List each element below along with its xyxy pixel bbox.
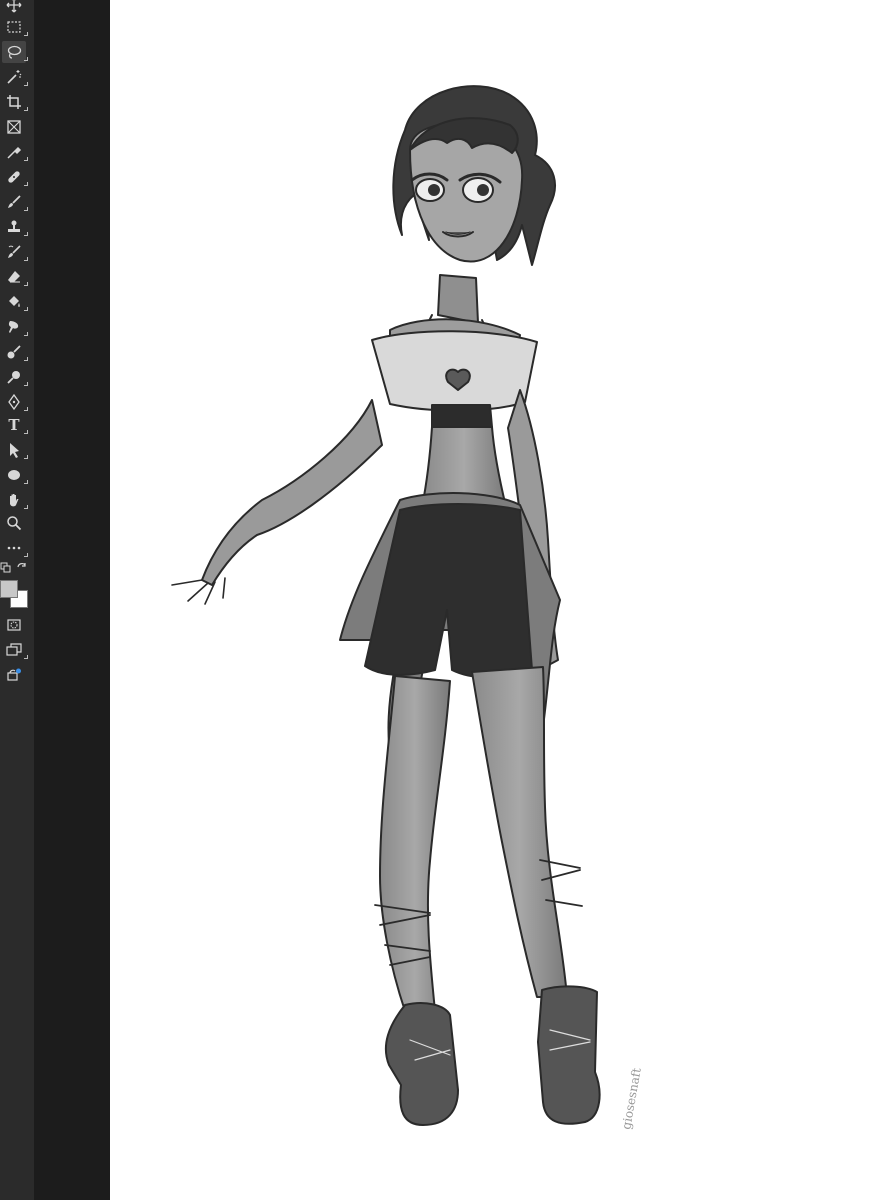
- hand-tool[interactable]: [2, 489, 28, 511]
- arrow-icon: [10, 443, 19, 458]
- move-tool[interactable]: [2, 0, 26, 16]
- paint-bucket-tool[interactable]: [2, 291, 28, 313]
- type-tool[interactable]: T: [2, 414, 28, 436]
- share-button[interactable]: [2, 664, 26, 686]
- crop-icon: [7, 95, 21, 109]
- magic-wand-icon: [7, 70, 22, 84]
- hand-icon: [10, 494, 19, 507]
- ellipse-tool[interactable]: [2, 464, 28, 486]
- more-tools[interactable]: [2, 537, 28, 559]
- type-icon: T: [8, 415, 20, 434]
- default-colors-icon[interactable]: [0, 562, 12, 574]
- ellipse-icon: [8, 470, 20, 480]
- history-brush-tool[interactable]: [2, 241, 28, 263]
- crop-tool[interactable]: [2, 91, 28, 113]
- mixer-brush-icon: [7, 345, 21, 359]
- quick-mask-button[interactable]: [2, 614, 26, 636]
- smudge-icon: [8, 321, 19, 333]
- artist-signature: giosesnaft: [619, 1067, 644, 1131]
- move-icon: [6, 0, 22, 13]
- zoom-tool[interactable]: [2, 512, 26, 534]
- healing-tool[interactable]: [2, 166, 28, 188]
- pasteboard: [34, 0, 110, 1200]
- bandage-icon: [8, 171, 20, 183]
- ellipsis-icon: [7, 546, 21, 550]
- path-selection-tool[interactable]: [2, 439, 28, 461]
- smudge-tool[interactable]: [2, 316, 28, 338]
- lasso-tool[interactable]: [2, 41, 28, 63]
- document-canvas[interactable]: giosesnaft: [110, 0, 889, 1200]
- mixer-brush-tool[interactable]: [2, 341, 28, 363]
- foreground-color-swatch[interactable]: [0, 580, 18, 598]
- history-brush-icon: [8, 245, 21, 258]
- screen-mode-icon: [6, 643, 22, 656]
- swap-colors-icon[interactable]: [16, 562, 28, 574]
- magic-wand-tool[interactable]: [2, 66, 28, 88]
- pen-icon: [8, 394, 20, 410]
- stamp-icon: [8, 220, 20, 232]
- stamp-tool[interactable]: [2, 216, 28, 238]
- brush-tool[interactable]: [2, 191, 28, 213]
- quick-mask-icon: [7, 619, 21, 631]
- pen-tool[interactable]: [2, 391, 28, 413]
- eraser-tool[interactable]: [2, 266, 28, 288]
- eraser-icon: [8, 271, 20, 283]
- cloud-sync-icon: [7, 668, 21, 681]
- eyedropper-icon: [7, 146, 22, 159]
- rect-marquee-icon: [7, 21, 21, 33]
- character-illustration: giosesnaft: [171, 85, 644, 1131]
- eyedropper-tool[interactable]: [2, 141, 28, 163]
- dodge-icon: [7, 371, 20, 384]
- tools-panel: T: [0, 0, 34, 1200]
- brush-icon: [8, 195, 21, 208]
- frame-tool[interactable]: [2, 116, 26, 138]
- screen-mode-button[interactable]: [2, 639, 28, 661]
- lasso-icon: [7, 45, 22, 59]
- frame-icon: [7, 120, 21, 134]
- zoom-icon: [7, 516, 22, 531]
- dodge-tool[interactable]: [2, 366, 28, 388]
- color-swatches: [0, 578, 30, 608]
- marquee-tool[interactable]: [2, 16, 28, 38]
- paint-bucket-icon: [9, 296, 20, 307]
